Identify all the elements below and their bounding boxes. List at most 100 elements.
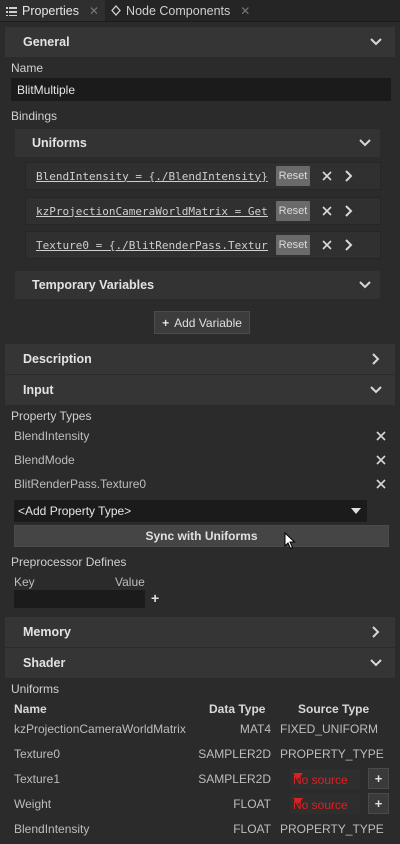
uniform-name: Texture1 [14, 772, 61, 786]
bindings-label: Bindings [11, 109, 58, 123]
subsection-uniforms-title: Uniforms [32, 136, 87, 150]
add-property-type-dropdown[interactable]: <Add Property Type> [14, 500, 367, 522]
uniform-source-type: FIXED_UNIFORM [280, 722, 379, 736]
add-property-type-value: <Add Property Type> [18, 504, 132, 518]
preprocessor-defines-label: Preprocessor Defines [11, 555, 127, 569]
add-source-button[interactable]: + [368, 768, 389, 789]
binding-expression[interactable]: Texture0 = {./BlitRenderPass.Texture0} [26, 239, 268, 252]
close-icon[interactable]: ✕ [240, 4, 250, 18]
binding-expression[interactable]: BlendIntensity = {./BlendIntensity} [26, 170, 268, 183]
table-row: Texture0 SAMPLER2D PROPERTY_TYPE [14, 743, 386, 765]
add-source-button[interactable]: + [368, 793, 389, 814]
reset-button[interactable]: Reset [276, 166, 310, 186]
section-input[interactable]: Input [5, 375, 395, 405]
chevron-down-icon [358, 278, 372, 292]
section-memory[interactable]: Memory [5, 617, 395, 647]
caret-down-icon [293, 798, 303, 804]
property-type-name: BlendMode [14, 453, 75, 467]
subsection-temporary-variables[interactable]: Temporary Variables [15, 271, 380, 299]
uniform-data-type: FLOAT [233, 797, 271, 811]
sync-with-uniforms-label: Sync with Uniforms [145, 529, 258, 543]
chevron-right-icon[interactable] [340, 170, 358, 182]
section-input-title: Input [23, 383, 54, 397]
add-variable-button[interactable]: + Add Variable [154, 311, 250, 334]
source-type-dropdown[interactable]: No source [290, 794, 360, 814]
section-description-title: Description [23, 352, 92, 366]
name-header: Name [14, 702, 47, 716]
table-row: Weight FLOAT No source + [14, 793, 389, 815]
table-header: Name Data Type Source Type [14, 698, 386, 720]
tab-properties[interactable]: Properties ✕ [0, 0, 106, 21]
name-label: Name [11, 61, 44, 75]
section-shader-title: Shader [23, 656, 66, 670]
binding-expression[interactable]: kzProjectionCameraWorldMatrix = GetProje… [26, 205, 268, 218]
list-item: BlitRenderPass.Texture0 [14, 477, 386, 491]
chevron-down-icon [358, 136, 372, 150]
reset-button[interactable]: Reset [276, 201, 310, 221]
chevron-right-icon[interactable] [340, 239, 358, 251]
close-icon[interactable]: ✕ [89, 4, 99, 18]
chevron-right-icon [369, 352, 383, 366]
table-row: Texture1 SAMPLER2D No source + [14, 768, 389, 790]
section-memory-title: Memory [23, 625, 71, 639]
uniform-name: kzProjectionCameraWorldMatrix [14, 722, 186, 736]
uniform-source-type: PROPERTY_TYPE [280, 822, 384, 836]
binding-row: kzProjectionCameraWorldMatrix = GetProje… [25, 197, 381, 225]
remove-icon[interactable] [376, 479, 386, 489]
table-row: BlendIntensity FLOAT PROPERTY_TYPE [14, 818, 386, 840]
reset-button[interactable]: Reset [276, 235, 310, 255]
tab-node-components[interactable]: Node Components ✕ [105, 0, 256, 21]
property-types-label: Property Types [11, 409, 92, 423]
name-value: BlitMultiple [17, 82, 76, 97]
binding-row: BlendIntensity = {./BlendIntensity} Rese… [25, 162, 381, 190]
source-type-dropdown[interactable]: No source [290, 769, 360, 789]
tab-properties-label: Properties [22, 3, 79, 18]
define-key-input[interactable] [14, 590, 145, 608]
remove-icon[interactable] [318, 171, 336, 181]
tab-node-components-label: Node Components [126, 3, 231, 18]
key-header: Key [14, 575, 35, 589]
plus-icon: + [162, 315, 170, 330]
component-icon [111, 5, 121, 16]
uniform-data-type: SAMPLER2D [198, 747, 271, 761]
data-type-header: Data Type [209, 702, 266, 716]
source-type-header: Source Type [298, 702, 370, 716]
sync-with-uniforms-button[interactable]: Sync with Uniforms [14, 525, 389, 547]
remove-icon[interactable] [376, 455, 386, 465]
remove-icon[interactable] [376, 431, 386, 441]
section-shader[interactable]: Shader [5, 648, 395, 678]
section-description[interactable]: Description [5, 344, 395, 374]
uniform-source-type: PROPERTY_TYPE [280, 747, 384, 761]
property-type-name: BlendIntensity [14, 429, 90, 443]
list-item: BlendIntensity [14, 429, 386, 443]
uniform-data-type: FLOAT [233, 822, 271, 836]
subsection-uniforms[interactable]: Uniforms [15, 129, 380, 157]
section-general-title: General [23, 35, 70, 49]
caret-down-icon [351, 508, 361, 514]
uniform-data-type: SAMPLER2D [198, 772, 271, 786]
add-define-plus-icon[interactable]: + [151, 590, 159, 606]
name-field[interactable]: BlitMultiple [11, 78, 391, 101]
chevron-right-icon [369, 625, 383, 639]
uniform-name: Texture0 [14, 747, 61, 761]
add-variable-label: Add Variable [174, 315, 242, 330]
remove-icon[interactable] [318, 206, 336, 216]
tab-bar: Properties ✕ Node Components ✕ [0, 0, 400, 22]
chevron-down-icon [369, 35, 383, 49]
shader-uniforms-label: Uniforms [11, 682, 60, 696]
section-general[interactable]: General [5, 27, 395, 57]
caret-down-icon [293, 773, 303, 779]
property-type-name: BlitRenderPass.Texture0 [14, 477, 147, 491]
chevron-down-icon [369, 383, 383, 397]
binding-row: Texture0 = {./BlitRenderPass.Texture0} R… [25, 231, 381, 259]
chevron-right-icon[interactable] [340, 205, 358, 217]
uniform-data-type: MAT4 [239, 722, 271, 736]
mouse-cursor-icon [284, 532, 296, 550]
table-row: kzProjectionCameraWorldMatrix MAT4 FIXED… [14, 718, 386, 740]
uniform-name: BlendIntensity [14, 822, 90, 836]
uniform-name: Weight [14, 797, 52, 811]
list-icon [6, 6, 17, 16]
list-item: BlendMode [14, 453, 386, 467]
chevron-down-icon [369, 656, 383, 670]
remove-icon[interactable] [318, 240, 336, 250]
